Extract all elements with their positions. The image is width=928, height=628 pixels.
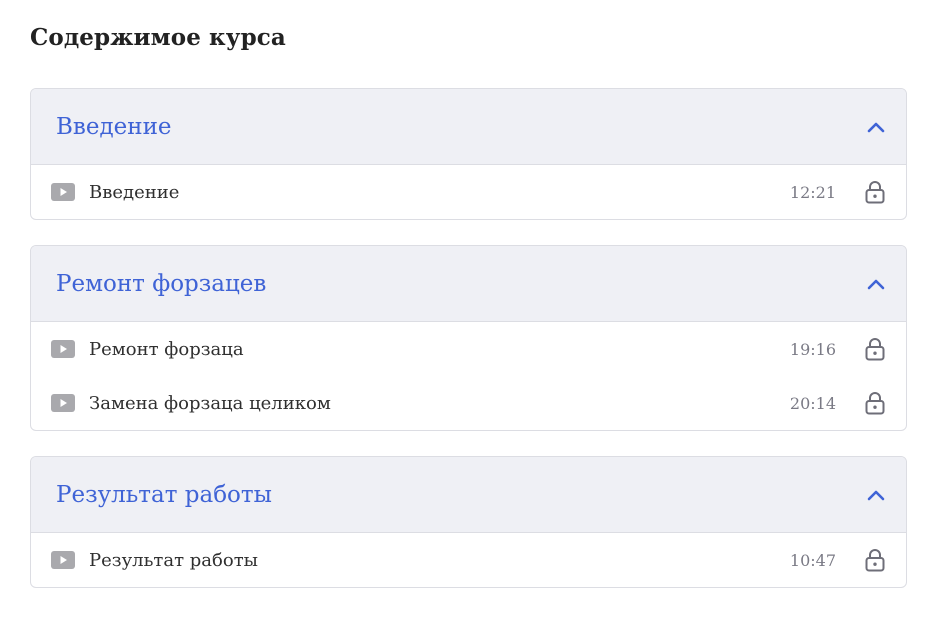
chevron-up-icon[interactable] xyxy=(864,483,888,507)
play-icon xyxy=(51,340,75,358)
play-icon xyxy=(51,394,75,412)
lesson-duration: 20:14 xyxy=(789,393,836,413)
lock-icon xyxy=(864,391,886,415)
section-title: Результат работы xyxy=(56,481,272,508)
lesson-duration: 10:47 xyxy=(789,550,836,570)
course-section-2: Ремонт форзацев Ремонт форзаца 19:16 Зам… xyxy=(30,245,907,431)
section-title: Введение xyxy=(56,113,172,140)
section-header-2[interactable]: Ремонт форзацев xyxy=(31,246,906,322)
lesson-title: Ремонт форзаца xyxy=(89,338,244,360)
lock-icon xyxy=(864,337,886,361)
lesson-title: Введение xyxy=(89,181,180,203)
lock-icon xyxy=(864,548,886,572)
lesson-item[interactable]: Введение 12:21 xyxy=(31,165,906,219)
lesson-duration: 12:21 xyxy=(789,182,836,202)
lesson-title: Замена форзаца целиком xyxy=(89,392,331,414)
lesson-item[interactable]: Результат работы 10:47 xyxy=(31,533,906,587)
lesson-duration: 19:16 xyxy=(789,339,836,359)
chevron-up-icon[interactable] xyxy=(864,115,888,139)
play-icon xyxy=(51,551,75,569)
lesson-item[interactable]: Ремонт форзаца 19:16 xyxy=(31,322,906,376)
play-icon xyxy=(51,183,75,201)
section-header-3[interactable]: Результат работы xyxy=(31,457,906,533)
section-header-1[interactable]: Введение xyxy=(31,89,906,165)
lock-icon xyxy=(864,180,886,204)
page-title: Содержимое курса xyxy=(30,24,286,51)
section-title: Ремонт форзацев xyxy=(56,270,267,297)
lesson-title: Результат работы xyxy=(89,549,258,571)
course-section-1: Введение Введение 12:21 xyxy=(30,88,907,220)
lesson-item[interactable]: Замена форзаца целиком 20:14 xyxy=(31,376,906,430)
course-section-3: Результат работы Результат работы 10:47 xyxy=(30,456,907,588)
chevron-up-icon[interactable] xyxy=(864,272,888,296)
